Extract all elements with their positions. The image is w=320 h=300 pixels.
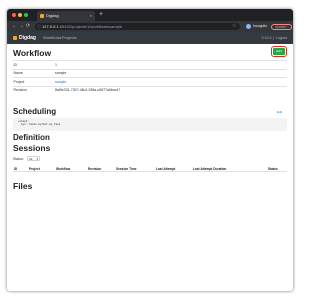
maximize-window-button[interactable] [24,13,28,17]
back-arrow-icon[interactable]: ← [12,21,17,32]
scheduling-heading: Scheduling [13,107,57,116]
app-navbar: Digdag Workflows Projects 0.10.0 ❘ Logou… [7,32,293,44]
detail-value: sample [55,71,67,76]
detail-key: Name [13,71,23,76]
info-icon: ⓘ [37,24,41,29]
workflow-details-table: ID 1 Name sample Project sample Revision… [13,60,287,94]
update-button[interactable]: Update : [271,23,293,30]
sessions-heading: Sessions [13,143,51,153]
column-header: Revision [88,167,102,171]
digdag-favicon-icon [40,14,44,18]
definition-heading: Definition [13,133,50,142]
close-window-button[interactable] [12,13,16,17]
detail-value: sample [55,80,66,84]
new-tab-button[interactable]: + [99,10,103,20]
edit-workflow-button[interactable]: Edit [271,46,287,57]
detail-key: Project [13,79,25,84]
browser-window: Digdag × + ← → ⟳ ⓘ 127.0.0.1:65432/proje… [7,9,293,291]
column-header: Workflow [56,167,71,171]
url-path: :65432/projects/1/workflows/sample [58,24,123,29]
sessions-table-header: ID Project Workflow Revision Session Tim… [13,166,287,172]
definition-code-block: +step1: py>: tasks.mytest.my_task [13,118,287,131]
edit-definition-link[interactable]: Edit [277,110,282,114]
tab-title: Digdag [46,13,59,18]
brand-link[interactable]: Digdag [12,32,36,44]
column-header: Session Time [116,167,137,171]
browser-toolbar: ← → ⟳ ⓘ 127.0.0.1:65432/projects/1/workf… [7,21,293,32]
incognito-avatar-icon[interactable] [246,24,251,29]
detail-key: Revision [13,88,27,93]
detail-row-name: Name sample [13,68,287,78]
detail-value: 1 [55,62,57,67]
nav-link-workflows[interactable]: Workflows [43,32,61,44]
detail-row-revision: Revision 8af9e331-7307-48c2-938a-c6877a6… [13,85,287,95]
status-filter-value: All [29,157,33,161]
digdag-logo-icon [12,36,17,40]
column-header: ID [14,167,18,171]
reload-icon[interactable]: ⟳ [26,21,30,32]
forward-arrow-icon[interactable]: → [19,21,24,32]
detail-value: 8af9e331-7307-48c2-938a-c6877a6bccd7 [55,88,121,93]
chevron-down-icon: ▾ [36,157,38,161]
nav-link-projects[interactable]: Projects [62,32,76,44]
minimize-window-button[interactable] [18,13,22,17]
column-header: Status [268,167,278,171]
status-filter-select[interactable]: All ▾ [27,156,40,161]
project-link[interactable]: sample [55,80,66,84]
incognito-label: Incognito [253,24,268,28]
window-controls [12,13,28,17]
status-filter-label: Status: [13,157,24,161]
browser-tab-bar: Digdag × + [7,9,293,21]
column-header: Project [29,167,40,171]
column-header: Last Attempt [156,167,176,171]
detail-key: ID [13,62,18,67]
nav-version-logout[interactable]: 0.10.0 ❘ Logout [262,32,287,44]
address-bar[interactable]: ⓘ 127.0.0.1:65432/projects/1/workflows/s… [35,23,240,30]
url-host: 127.0.0.1 [42,24,59,29]
bookmark-star-icon[interactable]: ☆ [232,21,236,32]
detail-row-id: ID 1 [13,60,287,69]
code-line: py>: tasks.mytest.my_task [18,123,61,126]
column-header: Last Attempt Duration [193,167,227,171]
brand-name: Digdag [19,35,36,41]
tab-close-icon[interactable]: × [90,11,92,21]
browser-tab-digdag[interactable]: Digdag × [37,11,95,21]
detail-row-project: Project sample [13,77,287,86]
files-heading: Files [13,181,33,191]
workflow-heading: Workflow [13,48,52,58]
